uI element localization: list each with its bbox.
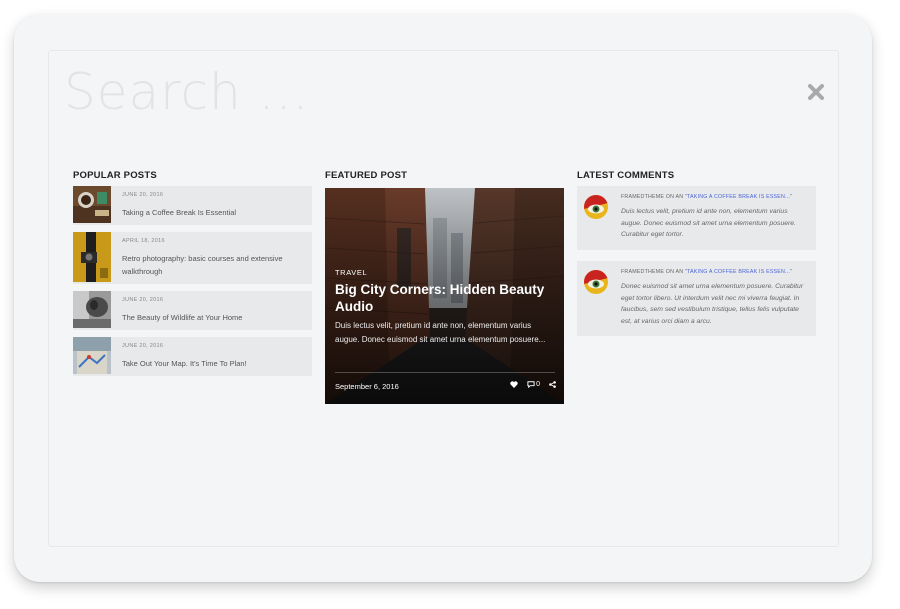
avatar[interactable]	[584, 270, 608, 294]
search-input[interactable]	[64, 62, 564, 122]
popular-post-item[interactable]: JUNE 20, 2016 Taking a Coffee Break Is E…	[73, 186, 312, 225]
divider	[335, 372, 555, 373]
featured-post-date: September 6, 2016	[335, 382, 399, 391]
close-button[interactable]	[806, 82, 826, 102]
latest-comments-heading: LATEST COMMENTS	[577, 170, 675, 181]
featured-post-excerpt: Duis lectus velit, pretium id ante non, …	[335, 321, 546, 344]
comment-item: FRAMEDTHEME ON AN "TAKING A COFFEE BREAK…	[577, 261, 816, 336]
post-category[interactable]: TRAVEL	[335, 268, 367, 277]
comment-meta: FRAMEDTHEME ON AN "TAKING A COFFEE BREAK…	[621, 269, 810, 275]
popular-post-item[interactable]: JUNE 20, 2016 The Beauty of Wildlife at …	[73, 291, 312, 330]
popular-post-item[interactable]: APRIL 18, 2016 Retro photography: basic …	[73, 232, 312, 284]
latest-comments-list: FRAMEDTHEME ON AN "TAKING A COFFEE BREAK…	[577, 186, 816, 347]
popular-posts-list: JUNE 20, 2016 Taking a Coffee Break Is E…	[73, 186, 312, 383]
comment-author: FRAMEDTHEME ON AN	[621, 269, 685, 275]
post-title[interactable]: The Beauty of Wildlife at Your Home	[122, 311, 242, 324]
post-title[interactable]: Taking a Coffee Break Is Essential	[122, 206, 236, 219]
featured-post-heading: FEATURED POST	[325, 170, 408, 181]
featured-post-card[interactable]: TRAVEL Big City Corners: Hidden Beauty A…	[325, 188, 564, 404]
comment-item: FRAMEDTHEME ON AN "TAKING A COFFEE BREAK…	[577, 186, 816, 250]
comment-post-link[interactable]: "TAKING A COFFEE BREAK IS ESSEN..."	[685, 194, 792, 200]
popular-posts-heading: POPULAR POSTS	[73, 170, 157, 181]
featured-post-title[interactable]: Big City Corners: Hidden Beauty Audio	[335, 281, 560, 315]
post-thumbnail[interactable]	[73, 291, 111, 328]
post-title[interactable]: Take Out Your Map. It's Time To Plan!	[122, 357, 247, 370]
share-icon	[549, 381, 556, 388]
comment-author: FRAMEDTHEME ON AN	[621, 194, 685, 200]
comment-post-link[interactable]: "TAKING A COFFEE BREAK IS ESSEN..."	[685, 269, 792, 275]
post-actions: 0	[510, 381, 556, 388]
post-date: APRIL 18, 2016	[122, 238, 165, 244]
comment-meta: FRAMEDTHEME ON AN "TAKING A COFFEE BREAK…	[621, 194, 810, 200]
comment-icon	[527, 381, 535, 388]
like-button[interactable]	[510, 381, 518, 388]
share-button[interactable]	[549, 381, 556, 388]
comment-text: Donec euismod sit amet urna elementum po…	[621, 283, 804, 325]
post-thumbnail[interactable]	[73, 337, 111, 374]
comment-text: Duis lectus velit, pretium id ante non, …	[621, 208, 796, 238]
comments-button[interactable]: 0	[527, 381, 540, 388]
post-thumbnail[interactable]	[73, 186, 111, 223]
post-date: JUNE 20, 2016	[122, 297, 164, 303]
comment-count: 0	[536, 381, 540, 388]
post-thumbnail[interactable]	[73, 232, 111, 282]
heart-icon	[510, 381, 518, 388]
post-title[interactable]: Retro photography: basic courses and ext…	[122, 252, 304, 278]
avatar[interactable]	[584, 195, 608, 219]
close-icon	[808, 84, 824, 100]
popular-post-item[interactable]: JUNE 20, 2016 Take Out Your Map. It's Ti…	[73, 337, 312, 376]
post-date: JUNE 20, 2016	[122, 192, 164, 198]
post-date: JUNE 20, 2016	[122, 343, 164, 349]
